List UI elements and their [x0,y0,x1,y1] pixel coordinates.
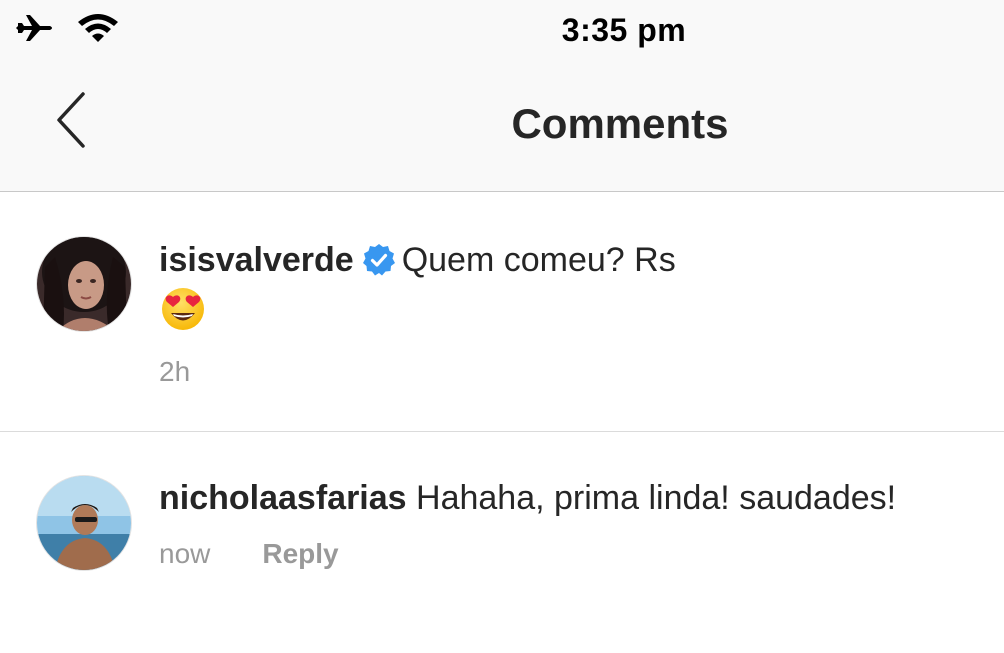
comment-timestamp: now [159,538,211,569]
avatar[interactable] [36,475,132,571]
comment-item: nicholaasfarias Hahaha, prima linda! sau… [0,433,1004,653]
comment-text: isisvalverde Quem comeu? Rs [159,238,984,282]
comments-screen: 3:35 pm Comments isisvalverde Quem comeu… [0,0,1004,653]
comment-message: Hahaha, prima linda! saudades! [416,479,897,517]
comment-item: isisvalverde Quem comeu? Rs 2h [0,192,1004,432]
comment-body: nicholaasfarias Hahaha, prima linda! sau… [159,476,984,570]
comment-text: nicholaasfarias Hahaha, prima linda! sau… [159,476,984,520]
status-bar: 3:35 pm [0,0,1004,62]
page-title: Comments [511,100,729,147]
reply-button[interactable]: Reply [262,538,338,570]
comment-timestamp: 2h [159,356,191,387]
comment-username[interactable]: nicholaasfarias [159,479,407,517]
comment-message: Quem comeu? Rs [401,241,676,279]
nav-bar: Comments [0,62,1004,192]
comment-username[interactable]: isisvalverde [159,241,354,279]
comment-body: isisvalverde Quem comeu? Rs 2h [159,238,984,388]
heart-eyes-emoji-icon [159,288,207,336]
comment-meta: now Reply [159,538,984,570]
comment-meta: 2h [159,356,984,388]
emoji-line [159,284,984,336]
verified-badge-icon [362,243,396,277]
status-time: 3:35 pm [561,12,687,48]
avatar[interactable] [36,236,132,332]
